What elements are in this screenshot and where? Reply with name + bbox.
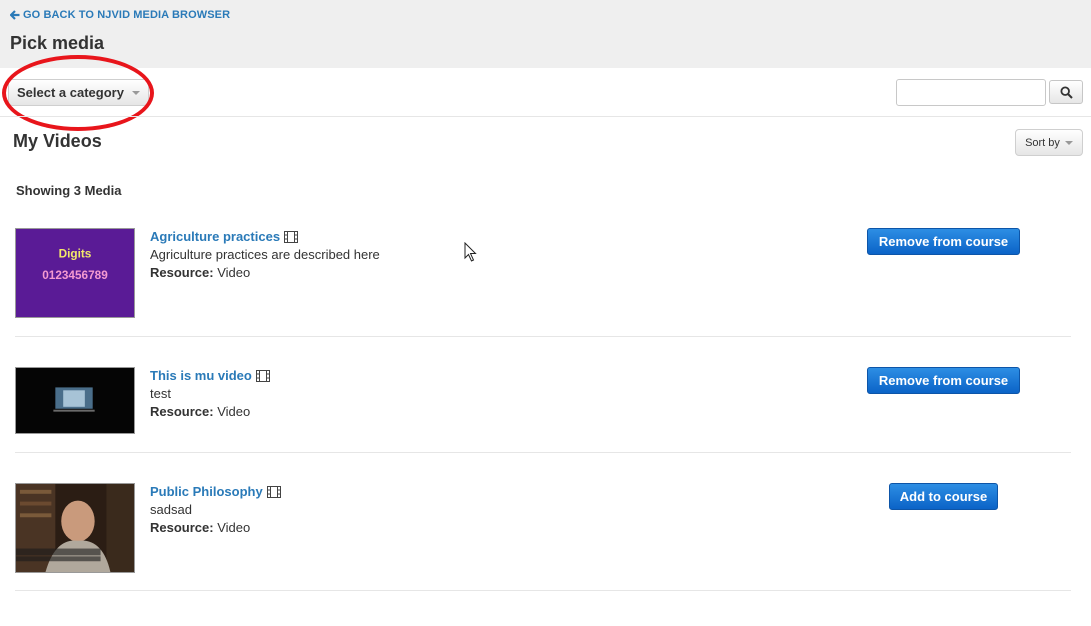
media-row: Public Philosophy sadsad Resource: Video… [15, 483, 1071, 591]
add-to-course-button[interactable]: Add to course [889, 483, 998, 510]
search-input[interactable] [896, 79, 1046, 106]
media-title: Public Philosophy [150, 484, 263, 499]
remove-from-course-button[interactable]: Remove from course [867, 367, 1020, 394]
media-title-link[interactable]: Public Philosophy [150, 483, 281, 501]
mouse-cursor-icon [464, 242, 477, 262]
chevron-down-icon [1064, 140, 1073, 145]
sort-dropdown-label: Sort by [1025, 136, 1060, 149]
category-dropdown-label: Select a category [17, 85, 124, 100]
back-to-browser-link[interactable]: GO BACK TO NJVID MEDIA BROWSER [10, 9, 230, 21]
media-description: sadsad [150, 502, 192, 517]
film-icon [255, 370, 270, 382]
media-title-link[interactable]: Agriculture practices [150, 228, 299, 246]
sort-dropdown[interactable]: Sort by [1015, 129, 1083, 156]
media-description: Agriculture practices are described here [150, 247, 380, 262]
arrow-left-icon [10, 10, 20, 20]
search-button[interactable] [1049, 80, 1083, 104]
resource-type: Video [217, 404, 251, 419]
media-info: Public Philosophy sadsad Resource: Video [150, 483, 281, 537]
resource-label: Resource: [150, 265, 214, 280]
resource-type: Video [217, 520, 251, 535]
resource-label: Resource: [150, 404, 214, 419]
resource-label: Resource: [150, 520, 214, 535]
row-divider [15, 336, 1071, 337]
back-link-label: GO BACK TO NJVID MEDIA BROWSER [23, 9, 231, 21]
media-count: Showing 3 Media [16, 183, 122, 198]
toolbar-divider [0, 116, 1091, 117]
media-resource: Resource: Video [150, 519, 281, 537]
dark-video-thumbnail[interactable] [15, 367, 135, 434]
film-icon [284, 231, 299, 243]
section-title: My Videos [13, 131, 102, 151]
media-info: This is mu video test Resource: Video [150, 367, 270, 421]
media-title-link[interactable]: This is mu video [150, 367, 270, 385]
row-divider [15, 452, 1071, 453]
interview-video-thumbnail[interactable] [15, 483, 135, 573]
thumbnail-heading: Digits [59, 247, 92, 260]
resource-type: Video [217, 265, 251, 280]
film-icon [266, 486, 281, 498]
page-title: Pick media [10, 33, 105, 53]
chevron-down-icon [131, 90, 140, 95]
digits-video-thumbnail[interactable]: Digits 0123456789 [15, 228, 135, 318]
media-resource: Resource: Video [150, 264, 380, 282]
search-icon [1059, 85, 1073, 99]
category-dropdown[interactable]: Select a category [8, 79, 149, 106]
media-title: Agriculture practices [150, 229, 281, 244]
media-row: Digits 0123456789 Agriculture practices … [15, 228, 1071, 338]
media-info: Agriculture practices Agriculture practi… [150, 228, 380, 282]
media-description: test [150, 386, 171, 401]
media-title: This is mu video [150, 368, 252, 383]
media-row: This is mu video test Resource: Video Re… [15, 367, 1071, 453]
media-resource: Resource: Video [150, 403, 270, 421]
remove-from-course-button[interactable]: Remove from course [867, 228, 1020, 255]
row-divider [15, 590, 1071, 591]
thumbnail-digits: 0123456789 [42, 269, 108, 282]
